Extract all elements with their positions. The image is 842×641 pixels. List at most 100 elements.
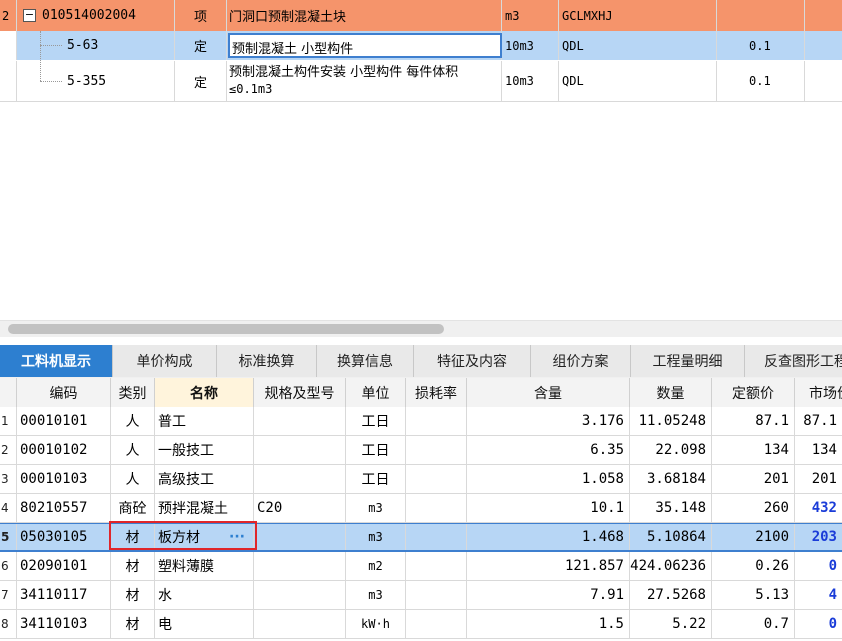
quota-price-cell[interactable]: 201 <box>712 465 795 493</box>
horizontal-scrollbar[interactable] <box>0 320 842 337</box>
code-cell[interactable]: 05030105 <box>17 524 111 550</box>
loss-rate-cell[interactable] <box>406 524 467 550</box>
table-row[interactable]: 7 34110117 材 水 m3 7.91 27.5268 5.13 4 <box>0 581 842 610</box>
spec-cell[interactable]: C20 <box>254 494 346 522</box>
unit-cell[interactable]: 工日 <box>346 407 406 435</box>
quantity-cell[interactable]: 11.05248 <box>630 407 712 435</box>
quantity-cell[interactable]: 5.22 <box>630 610 712 638</box>
quota-price-cell[interactable]: 0.26 <box>712 552 795 580</box>
spec-cell[interactable] <box>254 407 346 435</box>
quantity-cell[interactable]: 3.68184 <box>630 465 712 493</box>
code-cell[interactable]: 34110103 <box>17 610 111 638</box>
category-cell[interactable]: 材 <box>111 524 155 550</box>
table-row[interactable]: 1 00010101 人 普工 工日 3.176 11.05248 87.1 87.1 <box>0 407 842 436</box>
unit-cell[interactable]: 工日 <box>346 436 406 464</box>
name-cell[interactable]: 水 <box>155 581 254 609</box>
tab-standard-conversion[interactable]: 标准换算 <box>217 345 317 377</box>
header-name[interactable]: 名称 <box>155 378 254 407</box>
category-cell[interactable]: 商砼 <box>111 494 155 522</box>
tab-quantity-detail[interactable]: 工程量明细 <box>631 345 745 377</box>
quantity-cell[interactable]: 35.148 <box>630 494 712 522</box>
category-cell[interactable]: 人 <box>111 465 155 493</box>
quota-price-cell[interactable]: 134 <box>712 436 795 464</box>
market-price-cell[interactable]: 0 <box>795 552 842 580</box>
market-price-cell[interactable]: 432 <box>795 494 842 522</box>
name-cell[interactable]: 门洞口预制混凝土块 <box>227 0 502 31</box>
scrollbar-thumb[interactable] <box>8 324 444 334</box>
name-cell[interactable]: 塑料薄膜 <box>155 552 254 580</box>
name-edit-field[interactable]: 预制混凝土 小型构件 <box>228 33 502 58</box>
code-cell[interactable]: 00010101 <box>17 407 111 435</box>
market-price-cell[interactable]: 0 <box>795 610 842 638</box>
content-cell[interactable]: 3.176 <box>467 407 630 435</box>
unit-cell[interactable]: m2 <box>346 552 406 580</box>
spec-cell[interactable] <box>254 581 346 609</box>
spec-cell[interactable] <box>254 436 346 464</box>
spec-cell[interactable] <box>254 610 346 638</box>
header-content[interactable]: 含量 <box>467 378 630 407</box>
category-cell[interactable]: 材 <box>111 581 155 609</box>
code-cell[interactable]: 02090101 <box>17 552 111 580</box>
tab-unit-price-composition[interactable]: 单价构成 <box>113 345 217 377</box>
content-cell[interactable]: 7.91 <box>467 581 630 609</box>
header-code[interactable]: 编码 <box>17 378 111 407</box>
market-price-cell[interactable]: 4 <box>795 581 842 609</box>
code-cell[interactable]: 00010103 <box>17 465 111 493</box>
loss-rate-cell[interactable] <box>406 581 467 609</box>
tab-labor-material-machine[interactable]: 工料机显示 <box>0 345 113 377</box>
quota-price-cell[interactable]: 87.1 <box>712 407 795 435</box>
code-cell[interactable]: 34110117 <box>17 581 111 609</box>
table-row[interactable]: 4 80210557 商砼 预拌混凝土 C20 m3 10.1 35.148 260 432 <box>0 494 842 523</box>
loss-rate-cell[interactable] <box>406 465 467 493</box>
collapse-icon[interactable]: − <box>23 9 36 22</box>
quota-price-cell[interactable]: 0.7 <box>712 610 795 638</box>
unit-cell[interactable]: 工日 <box>346 465 406 493</box>
name-cell[interactable]: 普工 <box>155 407 254 435</box>
loss-rate-cell[interactable] <box>406 494 467 522</box>
market-price-cell[interactable]: 134 <box>795 436 842 464</box>
market-price-cell[interactable]: 203 <box>795 524 842 550</box>
tab-conversion-info[interactable]: 换算信息 <box>317 345 414 377</box>
header-quantity[interactable]: 数量 <box>630 378 712 407</box>
content-cell[interactable]: 1.468 <box>467 524 630 550</box>
header-unit[interactable]: 单位 <box>346 378 406 407</box>
unit-cell[interactable]: m3 <box>346 524 406 550</box>
header-market-price[interactable]: 市场价 <box>795 378 842 407</box>
name-cell[interactable]: 预拌混凝土 <box>155 494 254 522</box>
ellipsis-button[interactable]: ··· <box>229 529 245 545</box>
header-spec[interactable]: 规格及型号 <box>254 378 346 407</box>
content-cell[interactable]: 1.5 <box>467 610 630 638</box>
header-category[interactable]: 类别 <box>111 378 155 407</box>
name-cell[interactable]: 预制混凝土构件安装 小型构件 每件体积 ≤0.1m3 <box>227 61 502 101</box>
top-row-list-item[interactable]: 2 − 010514002004 项 门洞口预制混凝土块 m3 GCLMXHJ <box>0 0 842 32</box>
quantity-cell[interactable]: 424.06236 <box>630 552 712 580</box>
quantity-cell[interactable]: 27.5268 <box>630 581 712 609</box>
tab-pricing-scheme[interactable]: 组价方案 <box>531 345 631 377</box>
content-cell[interactable]: 6.35 <box>467 436 630 464</box>
loss-rate-cell[interactable] <box>406 407 467 435</box>
loss-rate-cell[interactable] <box>406 610 467 638</box>
loss-rate-cell[interactable] <box>406 436 467 464</box>
market-price-cell[interactable]: 201 <box>795 465 842 493</box>
category-cell[interactable]: 材 <box>111 552 155 580</box>
header-quota-price[interactable]: 定额价 <box>712 378 795 407</box>
market-price-cell[interactable]: 87.1 <box>795 407 842 435</box>
tab-features-content[interactable]: 特征及内容 <box>414 345 531 377</box>
loss-rate-cell[interactable] <box>406 552 467 580</box>
code-cell[interactable]: 00010102 <box>17 436 111 464</box>
category-cell[interactable]: 人 <box>111 436 155 464</box>
quota-price-cell[interactable]: 2100 <box>712 524 795 550</box>
name-cell[interactable]: 板方材 ··· <box>155 524 254 550</box>
quantity-cell[interactable]: 22.098 <box>630 436 712 464</box>
code-cell[interactable]: 80210557 <box>17 494 111 522</box>
tab-reverse-lookup[interactable]: 反查图形工程量 <box>745 345 842 377</box>
spec-cell[interactable] <box>254 552 346 580</box>
content-cell[interactable]: 1.058 <box>467 465 630 493</box>
category-cell[interactable]: 人 <box>111 407 155 435</box>
table-row[interactable]: 3 00010103 人 高级技工 工日 1.058 3.68184 201 201 <box>0 465 842 494</box>
category-cell[interactable]: 材 <box>111 610 155 638</box>
table-row[interactable]: 5 05030105 材 板方材 ··· m3 1.468 5.10864 2100 203 <box>0 523 842 552</box>
name-cell[interactable]: 电 <box>155 610 254 638</box>
unit-cell[interactable]: m3 <box>346 494 406 522</box>
name-cell[interactable]: 一般技工 <box>155 436 254 464</box>
